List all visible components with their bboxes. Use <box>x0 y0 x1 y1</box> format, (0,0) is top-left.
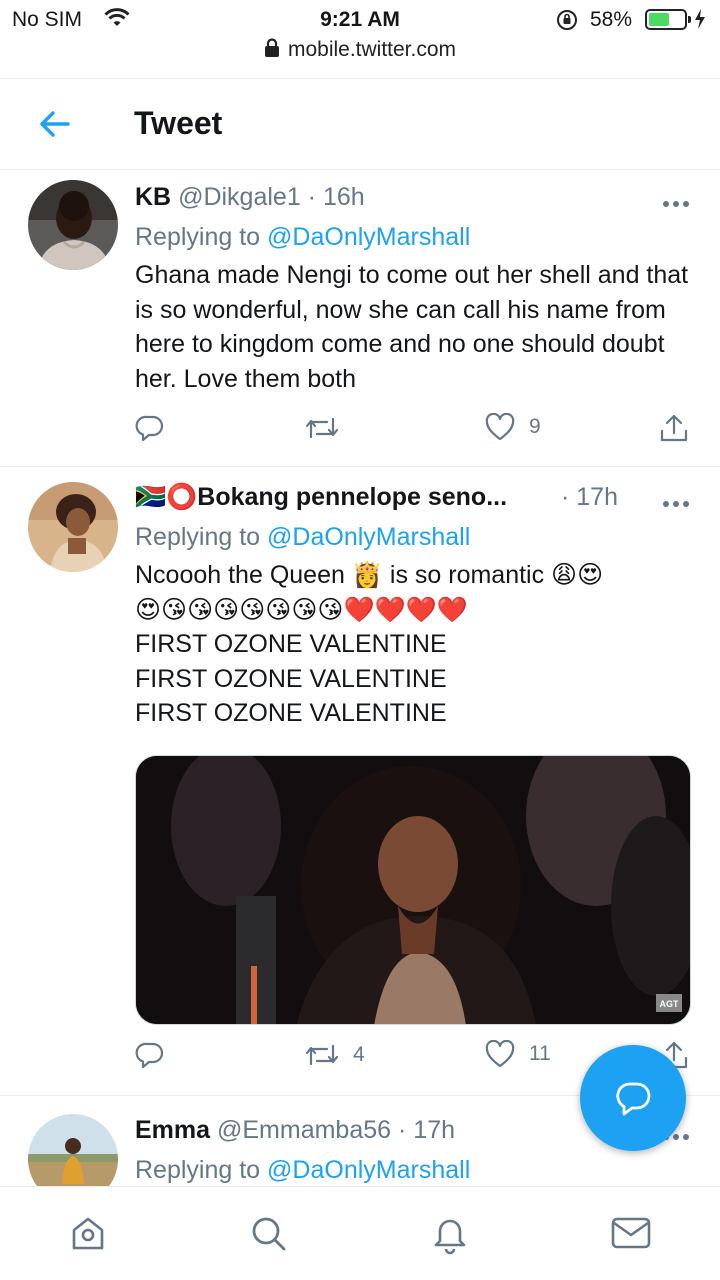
tweet-text-line: FIRST OZONE VALENTINE <box>135 630 447 658</box>
battery-percent: 58% <box>590 8 633 31</box>
notifications-icon[interactable] <box>430 1213 470 1260</box>
share-button[interactable] <box>659 413 689 443</box>
replying-to: Replying to @DaOnlyMarshall <box>135 223 696 252</box>
tweet-time[interactable]: 17h <box>576 483 618 511</box>
url-text: mobile.twitter.com <box>287 38 457 61</box>
lock-icon <box>264 38 280 64</box>
more-options-icon[interactable] <box>662 187 690 216</box>
page-header: Tweet <box>0 78 720 170</box>
tweet-text: Ghana made Nengi to come out her shell a… <box>135 261 689 393</box>
separator: · <box>307 183 316 211</box>
reply-button[interactable] <box>135 413 165 443</box>
rotation-lock-icon <box>555 8 579 37</box>
tweet-text-line: FIRST OZONE VALENTINE <box>135 664 447 693</box>
tweet[interactable]: 🇿🇦⭕Bokang pennelope seno... · 17h Replyi… <box>0 467 720 1096</box>
replying-label: Replying to <box>135 523 261 551</box>
like-button[interactable]: 11 <box>485 1040 551 1068</box>
address-bar[interactable]: mobile.twitter.com <box>0 38 720 70</box>
search-icon[interactable] <box>248 1213 288 1258</box>
tweet-media-image[interactable]: AGT <box>135 755 691 1025</box>
share-icon <box>660 414 688 442</box>
tweet-actions: 9 <box>135 413 696 453</box>
reply-icon <box>135 415 164 442</box>
avatar[interactable] <box>28 180 118 270</box>
mention-link[interactable]: @DaOnlyMarshall <box>267 1156 470 1184</box>
heart-icon <box>485 413 515 441</box>
heart-icon <box>485 1040 515 1068</box>
user-handle[interactable]: @Dikgale1 <box>178 183 301 211</box>
replying-to: Replying to @DaOnlyMarshall <box>135 1156 696 1185</box>
tweet[interactable]: KB @Dikgale1 · 16h Replying to @DaOnlyMa… <box>0 171 720 467</box>
messages-icon[interactable] <box>610 1213 652 1258</box>
bottom-nav <box>0 1186 720 1280</box>
display-name[interactable]: Emma <box>135 1116 210 1144</box>
back-arrow-icon[interactable] <box>38 107 72 146</box>
replying-label: Replying to <box>135 223 261 251</box>
separator: · <box>561 483 570 511</box>
battery-icon <box>645 9 691 30</box>
more-options-icon[interactable] <box>662 487 690 516</box>
status-bar: No SIM 9:21 AM 58% <box>0 0 720 40</box>
media-watermark: AGT <box>660 999 680 1009</box>
reply-icon <box>135 1042 164 1069</box>
mention-link[interactable]: @DaOnlyMarshall <box>267 223 470 251</box>
user-handle[interactable]: @Emmamba56 <box>217 1116 391 1144</box>
separator: · <box>398 1116 407 1144</box>
home-icon[interactable] <box>68 1213 108 1258</box>
retweet-count: 4 <box>353 1043 365 1066</box>
reply-bubble-icon <box>616 1082 651 1116</box>
tweet-header: KB @Dikgale1 · 16h <box>135 183 696 217</box>
tweet-text-line: Ncoooh the Queen 👸 is so romantic 😩😍 <box>135 561 604 589</box>
display-name[interactable]: 🇿🇦⭕Bokang pennelope seno... <box>135 483 507 511</box>
retweet-icon <box>305 417 339 439</box>
like-button[interactable]: 9 <box>485 413 541 441</box>
avatar[interactable] <box>28 482 118 572</box>
reply-feed[interactable]: KB @Dikgale1 · 16h Replying to @DaOnlyMa… <box>0 171 720 1186</box>
display-name-text: Bokang pennelope seno... <box>197 483 508 511</box>
page-title: Tweet <box>134 105 223 141</box>
like-count: 9 <box>529 415 541 438</box>
reply-button[interactable] <box>135 1040 165 1070</box>
replying-label: Replying to <box>135 1156 261 1184</box>
retweet-button[interactable] <box>305 413 353 443</box>
tweet-text-line: FIRST OZONE VALENTINE <box>135 699 447 727</box>
retweet-button[interactable]: 4 <box>305 1040 365 1070</box>
tweet-time[interactable]: 17h <box>413 1116 455 1144</box>
display-name[interactable]: KB <box>135 183 171 211</box>
tweet-time[interactable]: 16h <box>323 183 365 211</box>
charging-bolt-icon <box>694 8 706 35</box>
replying-to: Replying to @DaOnlyMarshall <box>135 523 696 552</box>
name-emoji-prefix: 🇿🇦⭕ <box>135 483 198 511</box>
mention-link[interactable]: @DaOnlyMarshall <box>267 523 470 551</box>
like-count: 11 <box>529 1042 551 1065</box>
retweet-icon <box>305 1044 339 1066</box>
tweet-text: Ncoooh the Queen 👸 is so romantic 😩😍 😍😘😘… <box>135 558 696 731</box>
compose-reply-button[interactable] <box>580 1045 686 1151</box>
tweet-text-line: 😍😘😘😘😘😘😘😘❤️❤️❤️❤️ <box>135 595 469 624</box>
avatar[interactable] <box>28 1114 118 1186</box>
tweet-header: 🇿🇦⭕Bokang pennelope seno... · 17h <box>135 483 696 517</box>
